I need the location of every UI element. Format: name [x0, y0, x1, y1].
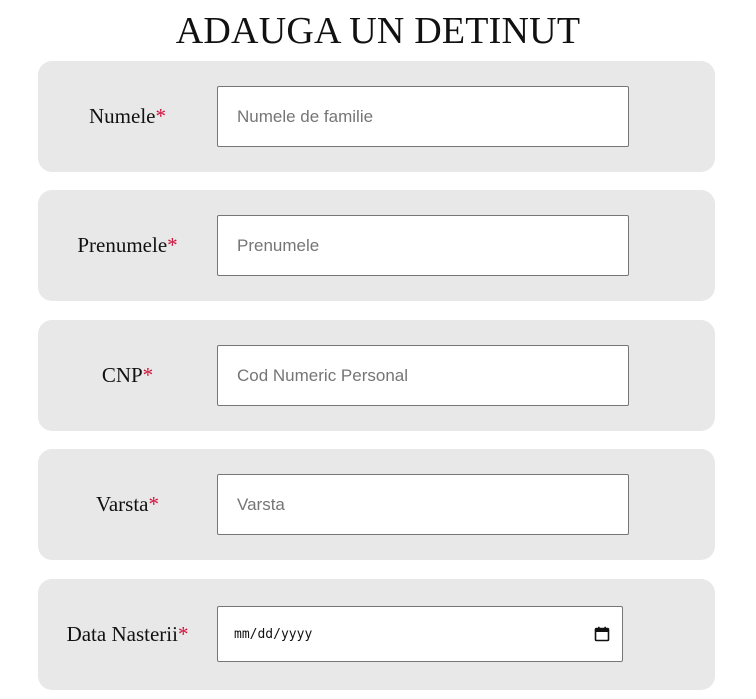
page-title: ADAUGA UN DETINUT [175, 10, 581, 52]
required-asterisk: * [142, 363, 154, 387]
field-label-data-nasterii: Data Nasterii * [38, 579, 217, 690]
field-label-cnp: CNP * [38, 320, 217, 431]
form-row-prenumele: Prenumele * [38, 190, 715, 301]
required-asterisk: * [177, 622, 189, 646]
cnp-input[interactable] [217, 345, 629, 406]
form-row-cnp: CNP * [38, 320, 715, 431]
field-label-prenumele: Prenumele * [38, 190, 217, 301]
field-label-text: CNP [101, 363, 143, 387]
form-row-data-nasterii: Data Nasterii * mm/dd/yyyy [38, 579, 715, 690]
field-label-text: Data Nasterii [66, 622, 178, 646]
field-label-text: Numele [89, 104, 156, 128]
field-label-text: Prenumele [77, 233, 168, 257]
varsta-input[interactable] [217, 474, 629, 535]
required-asterisk: * [155, 104, 166, 128]
required-asterisk: * [148, 492, 159, 516]
data-nasterii-date-input[interactable]: mm/dd/yyyy [217, 606, 623, 662]
numele-input[interactable] [217, 86, 629, 147]
calendar-icon[interactable] [582, 606, 622, 662]
prenumele-input[interactable] [217, 215, 629, 276]
required-asterisk: * [167, 233, 178, 257]
form-row-varsta: Varsta * [38, 449, 715, 560]
date-format-placeholder: mm/dd/yyyy [234, 626, 313, 642]
field-label-varsta: Varsta * [38, 449, 217, 560]
field-label-numele: Numele * [38, 61, 217, 172]
form-row-numele: Numele * [38, 61, 715, 172]
field-label-text: Varsta [96, 492, 149, 516]
